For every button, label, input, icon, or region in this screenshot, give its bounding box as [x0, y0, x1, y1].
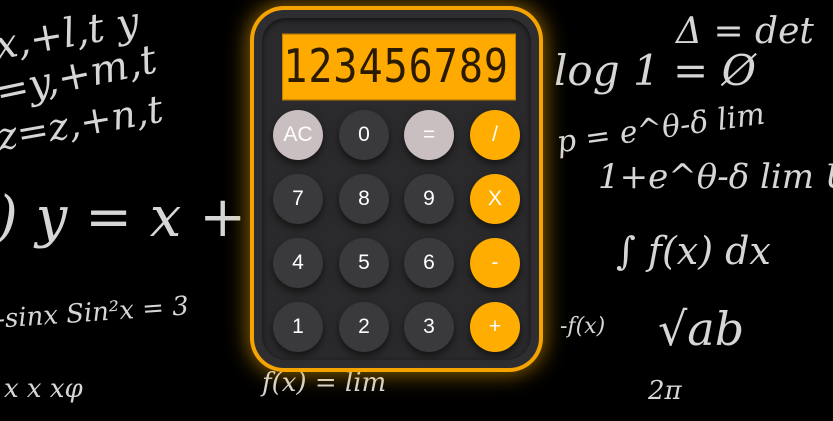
- chalk-equation: ∫ f(x) dx: [616, 229, 771, 273]
- digit-2-button[interactable]: 2: [339, 302, 389, 352]
- chalk-equation: -f(x): [560, 314, 606, 339]
- chalk-equation: p = e^θ-δ lim: [554, 96, 768, 161]
- chalk-equation: f(x) = lim: [262, 368, 387, 398]
- digit-7-button[interactable]: 7: [273, 174, 323, 224]
- digit-6-button[interactable]: 6: [404, 238, 454, 288]
- subtract-button[interactable]: -: [470, 238, 520, 288]
- digit-4-button[interactable]: 4: [273, 238, 323, 288]
- clear-button[interactable]: AC: [273, 110, 323, 160]
- add-button[interactable]: +: [470, 302, 520, 352]
- digit-1-button[interactable]: 1: [273, 302, 323, 352]
- calculator: 123456789 AC 0 = / 7 8 9 X 4 5 6 - 1 2 3…: [254, 10, 539, 368]
- chalk-equation: log 1 = Ø: [554, 46, 757, 95]
- chalk-equation: 1+e^θ-δ lim U: [598, 157, 833, 197]
- digit-9-button[interactable]: 9: [404, 174, 454, 224]
- equals-button[interactable]: =: [404, 110, 454, 160]
- multiply-button[interactable]: X: [470, 174, 520, 224]
- chalk-equation: Δ = det: [676, 11, 814, 52]
- chalkboard-background: x,+l,t y =y,+m,t z=z,+n,t ) y = x + -sin…: [0, 0, 833, 421]
- digit-5-button[interactable]: 5: [339, 238, 389, 288]
- chalk-equation: √ab: [658, 302, 745, 356]
- chalk-equation: x x xφ: [4, 374, 83, 404]
- digit-3-button[interactable]: 3: [404, 302, 454, 352]
- chalk-equation: 2π: [648, 376, 682, 406]
- digit-0-button[interactable]: 0: [339, 110, 389, 160]
- divide-button[interactable]: /: [470, 110, 520, 160]
- chalk-equation: -sinx Sin²x = 3: [0, 291, 190, 335]
- calculator-display: 123456789: [282, 33, 516, 101]
- digit-8-button[interactable]: 8: [339, 174, 389, 224]
- chalk-equation: ) y = x +: [0, 185, 247, 250]
